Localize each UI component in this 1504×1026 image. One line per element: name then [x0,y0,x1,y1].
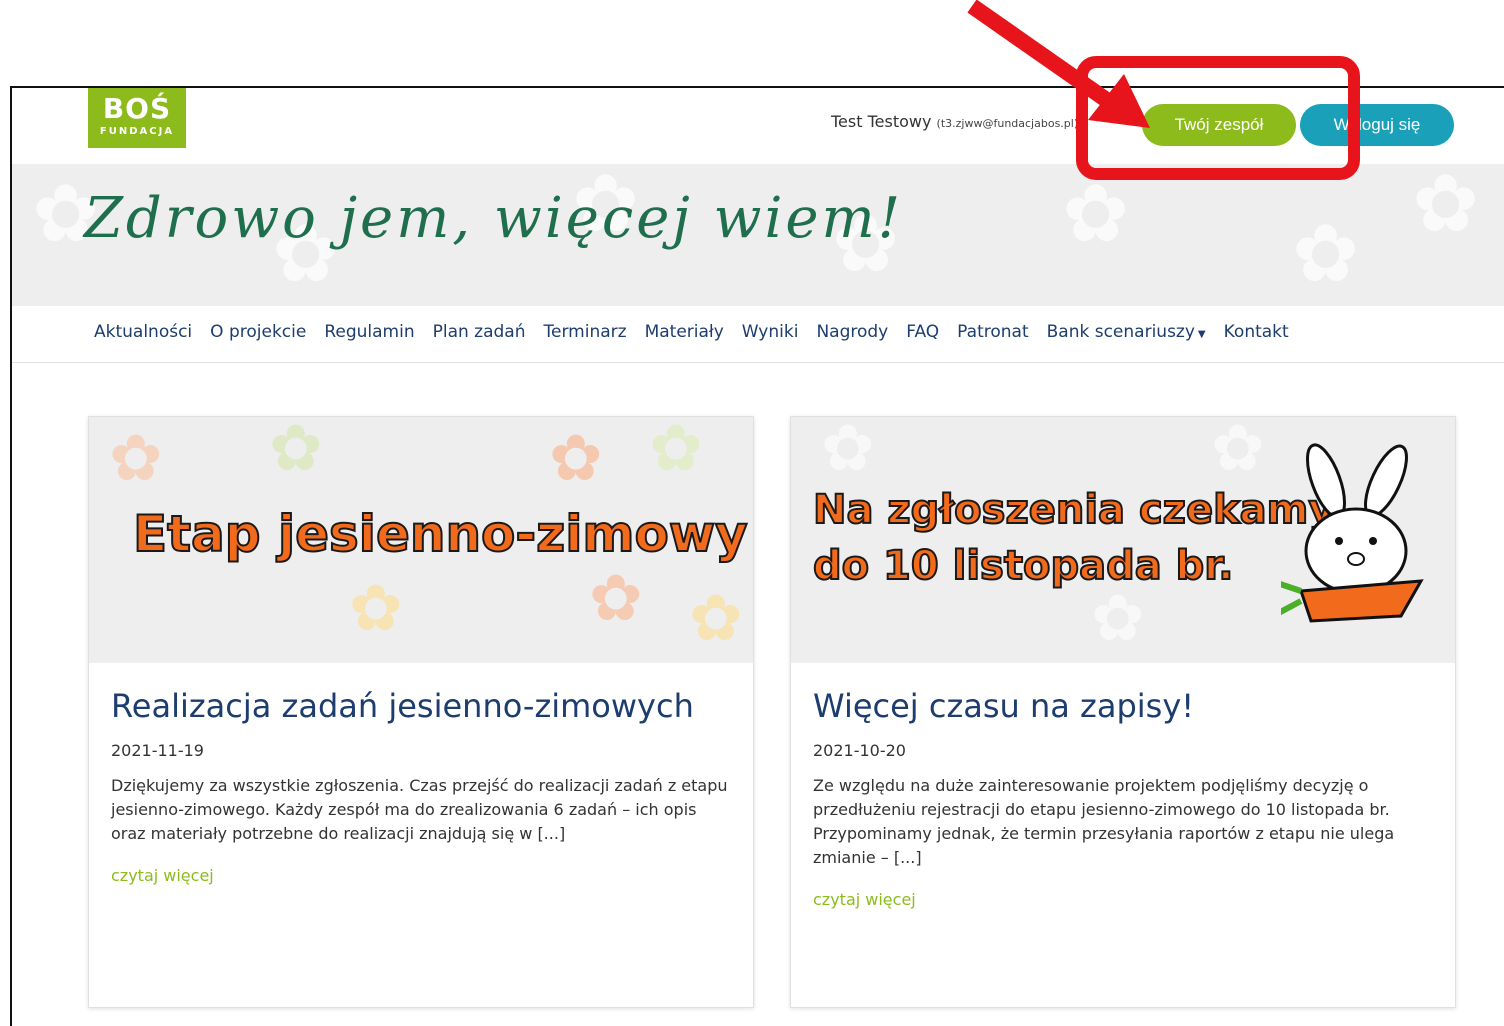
nav-item-o-projekcie[interactable]: O projekcie [210,322,306,342]
news-card-image-text: do 10 listopada br. [812,542,1234,590]
news-card-image[interactable]: ✿ ✿ ✿ ✿ ✿ ✿ ✿ Etap jesienno-zimowy [89,417,753,663]
nav-item-aktualnosci[interactable]: Aktualności [94,322,192,342]
user-email: (t3.zjww@fundacjabos.pl) [936,117,1079,130]
nav-item-faq[interactable]: FAQ [906,322,939,342]
your-team-button[interactable]: Twój zespół [1142,104,1296,146]
user-info: Test Testowy (t3.zjww@fundacjabos.pl) [831,112,1078,131]
maple-leaf-icon: ✿ [589,562,643,636]
logo-subtext: FUNDACJA [99,126,175,137]
nav-item-materialy[interactable]: Materiały [645,322,724,342]
leaf-pattern-icon: ✿ [821,417,875,486]
fundacja-bos-logo[interactable]: BOŚ FUNDACJA [88,88,186,148]
news-card: ✿ ✿ ✿ Na zgłoszenia czekamy do 10 listop… [790,416,1456,1008]
maple-leaf-icon: ✿ [109,422,163,496]
leaf-pattern-icon: ✿ [1412,164,1480,250]
news-card-image-text: Na zgłoszenia czekamy [812,486,1335,534]
user-name: Test Testowy [831,112,932,131]
leaf-pattern-icon: ✿ [1062,167,1130,260]
leaf-pattern-icon: ✿ [1292,207,1360,300]
maple-leaf-icon: ✿ [689,582,743,656]
caret-down-icon: ▼ [1197,329,1206,340]
nav-item-regulamin[interactable]: Regulamin [324,322,414,342]
news-card-image[interactable]: ✿ ✿ ✿ Na zgłoszenia czekamy do 10 listop… [791,417,1455,663]
nav-item-patronat[interactable]: Patronat [957,322,1028,342]
project-title: Zdrowo jem, więcej wiem! [84,186,904,251]
nav-item-terminarz[interactable]: Terminarz [544,322,627,342]
nav-item-label: Bank scenariuszy [1046,322,1195,342]
nav-item-wyniki[interactable]: Wyniki [742,322,799,342]
news-card-image-text: Etap jesienno-zimowy [132,504,749,564]
leaf-pattern-icon: ✿ [1211,417,1265,486]
nav-item-kontakt[interactable]: Kontakt [1224,322,1289,342]
maple-leaf-icon: ✿ [269,417,323,486]
header-banner: ✿ ✿ ✿ ✿ ✿ ✿ ✿ Zdrowo jem, więcej wiem! [12,164,1504,306]
nav-item-nagrody[interactable]: Nagrody [816,322,888,342]
news-card-date: 2021-11-19 [111,741,204,760]
read-more-link[interactable]: czytaj więcej [813,890,1433,909]
read-more-link[interactable]: czytaj więcej [111,866,731,885]
nav-divider [12,362,1504,363]
news-card-title[interactable]: Więcej czasu na zapisy! [813,685,1433,727]
news-card: ✿ ✿ ✿ ✿ ✿ ✿ ✿ Etap jesienno-zimowy Reali… [88,416,754,1008]
bunny-with-carrot-icon [1281,443,1424,623]
news-card-title[interactable]: Realizacja zadań jesienno-zimowych [111,685,731,727]
logout-button[interactable]: Wyloguj się [1300,104,1454,146]
nav-item-bank-scenariuszy[interactable]: Bank scenariuszy ▼ [1047,322,1206,342]
nav-item-plan-zadan[interactable]: Plan zadań [433,322,526,342]
news-card-date: 2021-10-20 [813,741,906,760]
maple-leaf-icon: ✿ [549,422,603,496]
maple-leaf-icon: ✿ [349,572,403,646]
browser-viewport: BOŚ FUNDACJA Test Testowy (t3.zjww@funda… [10,86,1504,1026]
leaf-pattern-icon: ✿ [1091,582,1145,656]
news-card-excerpt: Ze względu na duże zainteresowanie proje… [813,776,1395,867]
maple-leaf-icon: ✿ [649,417,703,486]
news-card-excerpt: Dziękujemy za wszystkie zgłoszenia. Czas… [111,776,728,843]
main-navigation: Aktualności O projekcie Regulamin Plan z… [94,322,1289,342]
logo-text: BOŚ [102,92,172,125]
